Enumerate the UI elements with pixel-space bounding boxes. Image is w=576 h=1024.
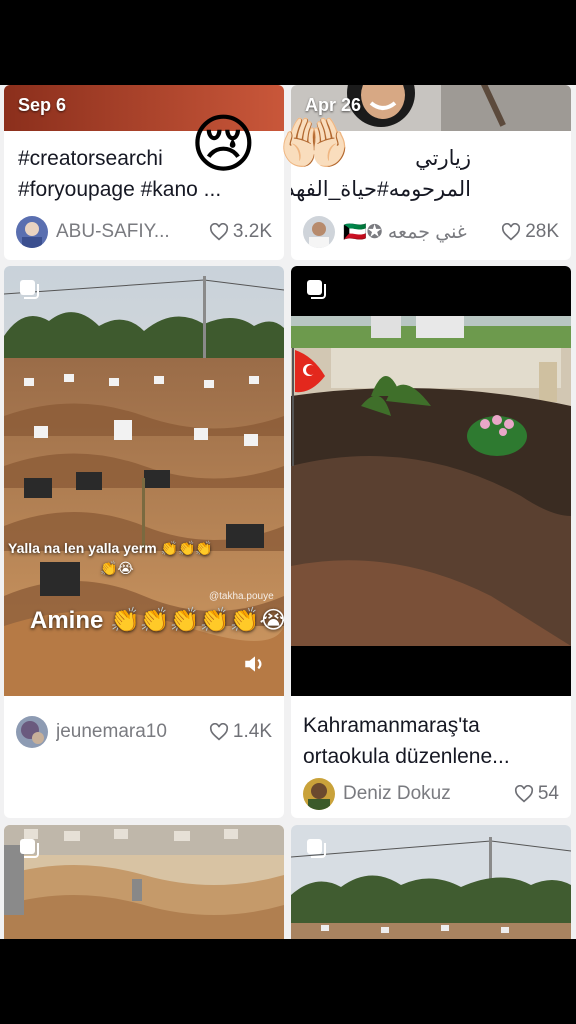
praying-hands-emoji: 🤲🏻 <box>278 111 351 176</box>
author-username[interactable]: jeunemara10 <box>56 721 203 743</box>
video-card-5[interactable] <box>4 825 284 939</box>
like-count[interactable]: 1.4K <box>209 721 272 743</box>
post-date: Sep 6 <box>18 95 67 115</box>
heart-icon <box>209 223 228 241</box>
video-overlay-text: 👏😭 <box>100 560 134 576</box>
avatar[interactable] <box>16 716 48 748</box>
watermark: @takha.pouye <box>209 591 274 602</box>
like-count[interactable]: 54 <box>514 783 559 805</box>
avatar[interactable] <box>16 216 48 248</box>
author-username[interactable]: غني جمعه ✪🇰🇼 <box>343 220 495 244</box>
video-thumbnail[interactable] <box>4 825 284 939</box>
video-thumbnail[interactable] <box>291 825 571 939</box>
video-card-6[interactable] <box>291 825 571 939</box>
like-count[interactable]: 28K <box>501 221 559 243</box>
multi-photo-icon <box>20 280 39 299</box>
avatar[interactable] <box>303 778 335 810</box>
video-overlay-text: Yalla na len yalla yerm 👏👏👏 <box>8 540 213 556</box>
video-card-3[interactable]: Yalla na len yalla yerm 👏👏👏 👏😭 Amine 👏👏👏… <box>4 266 284 818</box>
video-caption[interactable]: Kahramanmaraş'ta ortaokula düzenlene... <box>303 710 559 772</box>
heart-icon <box>209 723 228 741</box>
avatar[interactable] <box>303 216 335 248</box>
video-overlay-text-large: Amine 👏👏👏👏👏😭 <box>30 607 284 634</box>
multi-photo-icon <box>307 280 326 299</box>
video-thumbnail[interactable]: Yalla na len yalla yerm 👏👏👏 👏😭 Amine 👏👏👏… <box>4 266 284 696</box>
multi-photo-icon <box>20 839 39 858</box>
crying-emoji: 😢 <box>190 108 257 180</box>
multi-photo-icon <box>307 839 326 858</box>
like-count[interactable]: 3.2K <box>209 221 272 243</box>
video-feed-grid: Sep 6 #creatorsearchi #foryoupage #kano … <box>0 85 576 939</box>
heart-icon <box>514 785 533 803</box>
author-username[interactable]: ABU-SAFIY... <box>56 221 203 243</box>
video-thumbnail[interactable] <box>291 266 571 696</box>
heart-icon <box>502 223 521 241</box>
author-username[interactable]: Deniz Dokuz <box>343 783 508 805</box>
sound-icon <box>245 656 262 672</box>
video-card-4[interactable]: Kahramanmaraş'ta ortaokula düzenlene... … <box>291 266 571 818</box>
